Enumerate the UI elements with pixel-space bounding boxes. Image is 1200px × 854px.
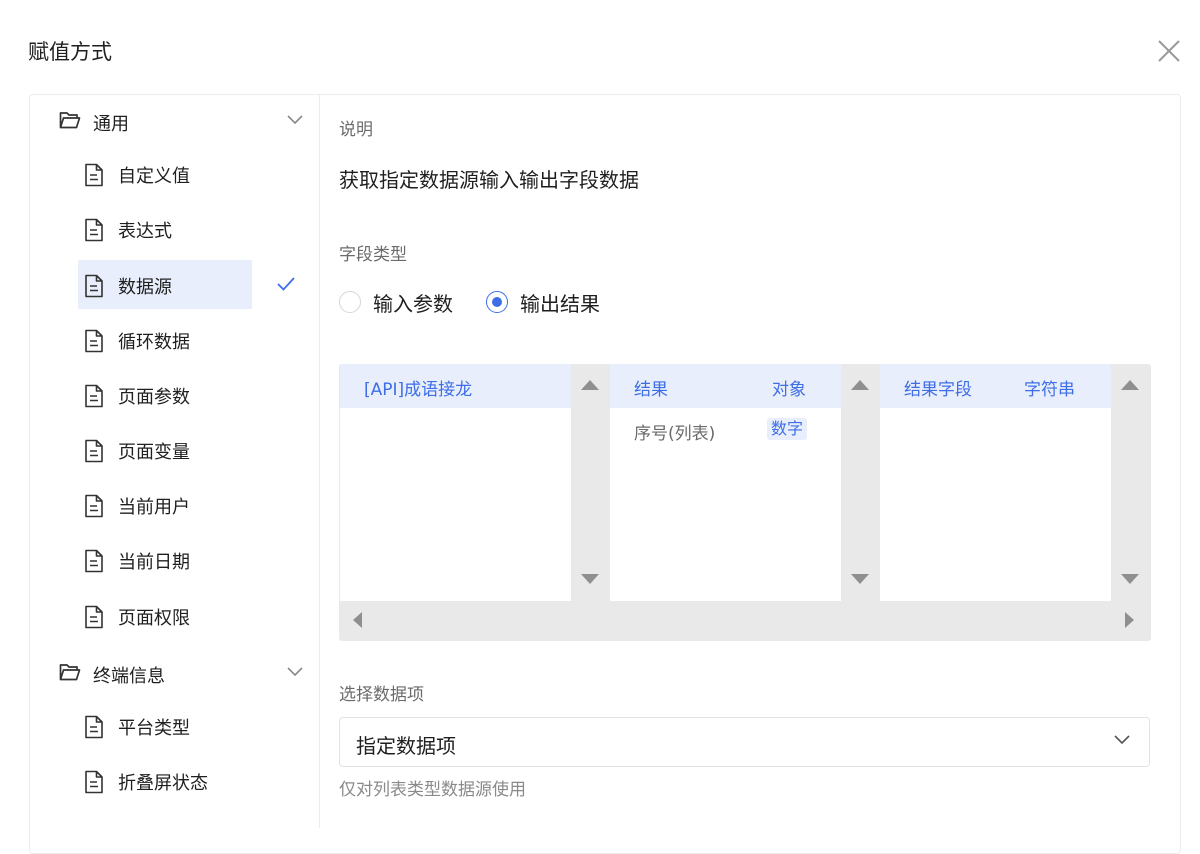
sidebar-item-label: 自定义值 xyxy=(118,166,190,187)
sidebar-item-custom-value[interactable]: 自定义值 xyxy=(78,149,252,198)
cascader-column: [API]成语接龙 xyxy=(340,364,571,601)
sidebar-item-expression[interactable]: 表达式 xyxy=(78,204,252,253)
sidebar-item-label: 数据源 xyxy=(118,277,172,298)
type-badge: 数字 xyxy=(767,418,808,440)
cascader-option[interactable]: 结果 对象 xyxy=(610,364,841,408)
scroll-down-icon[interactable] xyxy=(1121,574,1139,584)
sidebar-item-label: 页面参数 xyxy=(118,387,190,408)
document-icon xyxy=(85,549,103,573)
document-icon xyxy=(85,384,103,408)
scroll-left-icon[interactable] xyxy=(353,612,362,628)
vertical-scrollbar[interactable] xyxy=(570,364,610,601)
sidebar-item-label: 页面权限 xyxy=(118,608,190,629)
document-icon xyxy=(85,770,103,794)
option-type: 对象 xyxy=(772,380,806,400)
cascader-column: 结果字段 字符串 xyxy=(880,364,1111,601)
sidebar-item-label: 表达式 xyxy=(118,221,172,242)
document-icon xyxy=(85,605,103,629)
document-icon xyxy=(85,163,103,187)
vertical-scrollbar[interactable] xyxy=(840,364,880,601)
option-label: 结果字段 xyxy=(904,380,972,400)
radio-output-result[interactable]: 输出结果 xyxy=(486,288,600,316)
cascader-option[interactable]: 结果字段 字符串 xyxy=(880,364,1111,408)
select-data-item-label: 选择数据项 xyxy=(339,685,424,705)
radio-circle[interactable] xyxy=(339,291,361,313)
radio-input-params[interactable]: 输入参数 xyxy=(339,288,453,316)
document-icon xyxy=(85,715,103,739)
scroll-up-icon[interactable] xyxy=(581,380,599,390)
sidebar-item-page-permissions[interactable]: 页面权限 xyxy=(78,591,252,640)
scroll-up-icon[interactable] xyxy=(1121,380,1139,390)
sidebar-group-label: 通用 xyxy=(93,114,129,135)
sidebar-item-page-variables[interactable]: 页面变量 xyxy=(78,425,252,474)
scroll-down-icon[interactable] xyxy=(851,574,869,584)
close-icon[interactable] xyxy=(1156,38,1182,64)
scroll-up-icon[interactable] xyxy=(851,380,869,390)
description-text: 获取指定数据源输入输出字段数据 xyxy=(339,168,639,192)
folder-open-icon xyxy=(59,112,81,129)
sidebar-group-general[interactable]: 通用 xyxy=(29,99,319,139)
cascader-column: 结果 对象 序号(列表) 数字 xyxy=(610,364,841,601)
document-icon xyxy=(85,439,103,463)
sidebar-item-label: 当前日期 xyxy=(118,552,190,573)
select-value: 指定数据项 xyxy=(356,734,456,758)
sidebar-item-page-params[interactable]: 页面参数 xyxy=(78,370,252,419)
field-type-label: 字段类型 xyxy=(339,245,407,265)
sidebar-item-current-date[interactable]: 当前日期 xyxy=(78,535,252,584)
sidebar-item-label: 循环数据 xyxy=(118,332,190,353)
data-item-select[interactable]: 指定数据项 xyxy=(339,717,1150,767)
option-type: 字符串 xyxy=(1024,380,1075,400)
chevron-down-icon[interactable] xyxy=(287,667,303,677)
option-label: [API]成语接龙 xyxy=(364,380,473,400)
sidebar-item-label: 折叠屏状态 xyxy=(118,773,208,794)
sidebar-item-loop-data[interactable]: 循环数据 xyxy=(78,315,252,364)
vertical-scrollbar[interactable] xyxy=(1110,364,1150,601)
option-label: 序号(列表) xyxy=(634,424,716,444)
sidebar-item-label: 当前用户 xyxy=(118,497,190,518)
cascader-option[interactable]: [API]成语接龙 xyxy=(340,364,571,408)
select-hint: 仅对列表类型数据源使用 xyxy=(339,780,526,800)
scroll-down-icon[interactable] xyxy=(581,574,599,584)
radio-circle-checked[interactable] xyxy=(486,291,508,313)
folder-open-icon xyxy=(59,664,81,681)
cascader-option[interactable]: 序号(列表) 数字 xyxy=(610,408,841,452)
radio-label: 输入参数 xyxy=(373,291,453,316)
sidebar-item-datasource[interactable]: 数据源 xyxy=(78,260,252,309)
document-icon xyxy=(85,329,103,353)
sidebar-item-platform-type[interactable]: 平台类型 xyxy=(78,701,252,750)
cascader-panel: [API]成语接龙 结果 对象 序号(列表) 数字 结果字段 字符串 xyxy=(339,364,1151,641)
document-icon xyxy=(85,218,103,242)
dialog-title: 赋值方式 xyxy=(28,40,112,64)
sidebar-group-label: 终端信息 xyxy=(93,666,165,687)
sidebar-group-terminal-info[interactable]: 终端信息 xyxy=(29,651,319,691)
radio-label: 输出结果 xyxy=(520,291,600,316)
document-icon xyxy=(85,494,103,518)
sidebar-item-label: 页面变量 xyxy=(118,442,190,463)
sidebar-item-fold-screen-state[interactable]: 折叠屏状态 xyxy=(78,756,252,805)
check-icon xyxy=(277,277,295,291)
document-icon xyxy=(85,274,103,298)
sidebar: 通用 自定义值 表达式 数据源 循环数据 页面参数 页面变量 当前用户 当前日期… xyxy=(29,95,320,828)
scroll-right-icon[interactable] xyxy=(1125,612,1134,628)
sidebar-item-label: 平台类型 xyxy=(118,718,190,739)
chevron-down-icon[interactable] xyxy=(287,115,303,125)
description-label: 说明 xyxy=(339,120,373,140)
sidebar-item-current-user[interactable]: 当前用户 xyxy=(78,480,252,529)
option-label: 结果 xyxy=(634,380,668,400)
chevron-down-icon[interactable] xyxy=(1114,735,1130,745)
